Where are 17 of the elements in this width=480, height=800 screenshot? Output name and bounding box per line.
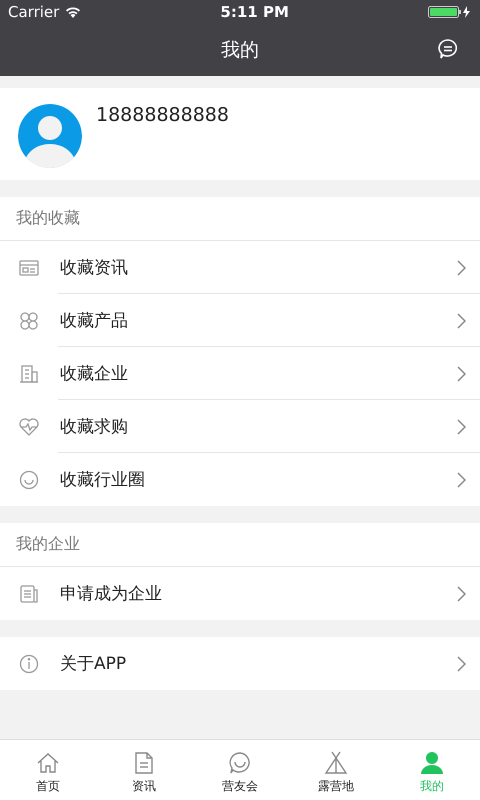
tab-item[interactable]: 营友会 — [192, 740, 288, 800]
carrier-label: Carrier — [8, 3, 60, 21]
menu-item[interactable]: 关于APP — [0, 637, 480, 690]
menu-item[interactable]: 收藏产品 — [0, 294, 480, 347]
clock-time: 5:11 PM — [220, 3, 289, 21]
section-title: 我的企业 — [16, 534, 80, 555]
section-title: 我的收藏 — [16, 208, 80, 229]
menu-item[interactable]: 收藏求购 — [0, 400, 480, 453]
tab-item[interactable]: 露营地 — [288, 740, 384, 800]
menu-item[interactable]: 收藏资讯 — [0, 241, 480, 294]
menu-item[interactable]: 申请成为企业 — [0, 567, 480, 620]
tab-item[interactable]: 资讯 — [96, 740, 192, 800]
menu-item[interactable]: 收藏行业圈 — [0, 453, 480, 506]
tab-item[interactable]: 首页 — [0, 740, 96, 800]
menu-item[interactable]: 收藏企业 — [0, 347, 480, 400]
phone-number: 18888888888 — [96, 104, 229, 126]
page-title: 我的 — [221, 38, 259, 63]
